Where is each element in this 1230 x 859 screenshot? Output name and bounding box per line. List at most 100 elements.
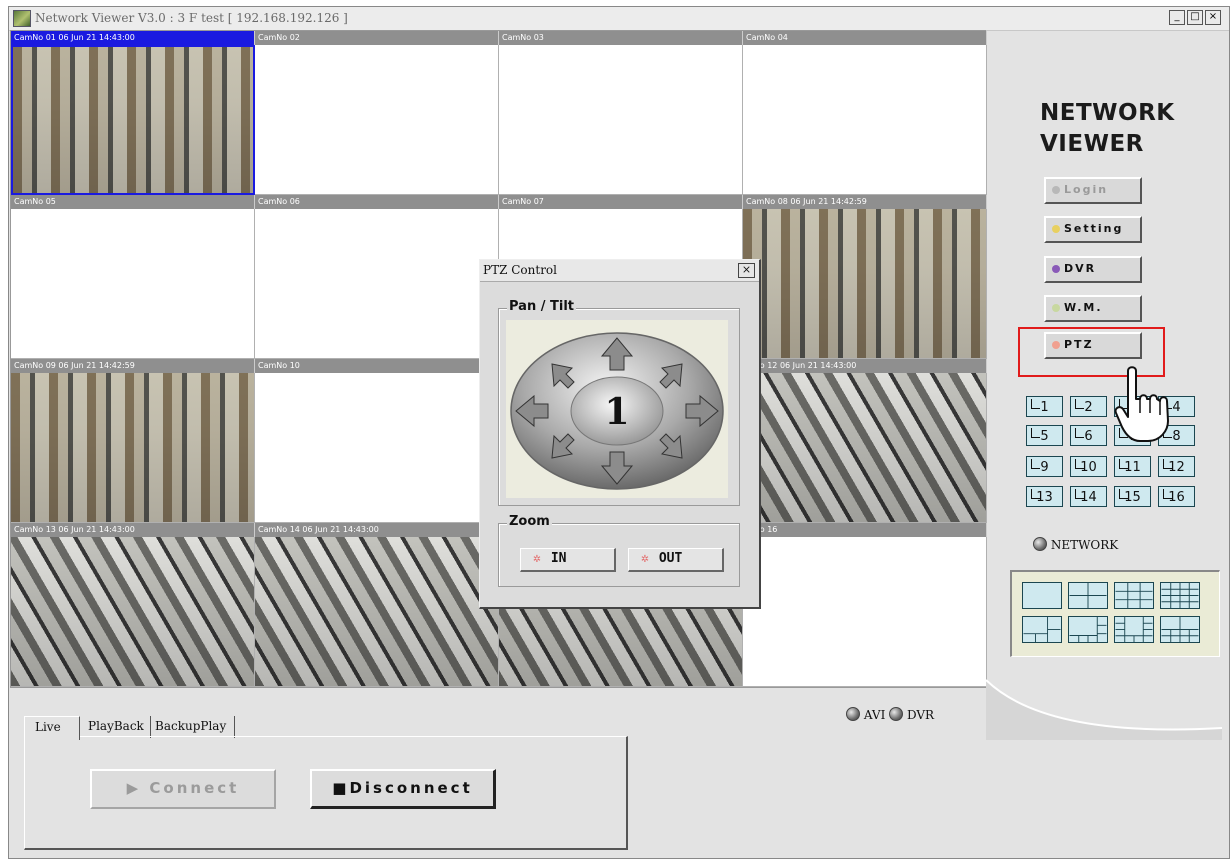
camera-tile-10[interactable]: CamNo 10 [255, 359, 499, 523]
app-logo-line2: VIEWER [1040, 131, 1144, 157]
camera-tile-14[interactable]: CamNo 14 06 Jun 21 14:43:00 [255, 523, 499, 687]
camera-tile-8[interactable]: CamNo 08 06 Jun 21 14:42:59 [743, 195, 987, 359]
channel-button-6[interactable]: 6 [1070, 425, 1107, 446]
zoom-out-label: OUT [658, 551, 683, 566]
stop-icon: ■ [332, 779, 350, 797]
camera-tile-12[interactable]: mNo 12 06 Jun 21 14:43:00 [743, 359, 987, 523]
channel-button-12[interactable]: 12 [1158, 456, 1195, 477]
avi-label: AVI [863, 708, 886, 722]
camera-tile-9[interactable]: CamNo 09 06 Jun 21 14:42:59 [11, 359, 255, 523]
zoom-out-button[interactable]: ✲ OUT [628, 548, 724, 572]
camera-feed-empty [743, 537, 987, 687]
camera-feed-empty [11, 209, 255, 359]
layout-1plus12-button[interactable] [1114, 616, 1154, 643]
camera-label: CamNo 08 06 Jun 21 14:42:59 [743, 195, 987, 209]
setting-label: Setting [1064, 222, 1124, 235]
close-button[interactable]: × [1205, 10, 1221, 25]
camera-tile-5[interactable]: CamNo 05 [11, 195, 255, 359]
layout-4x4-button[interactable] [1160, 582, 1200, 609]
app-logo-line1: NETWORK [1040, 100, 1175, 126]
camera-label: mNo 12 06 Jun 21 14:43:00 [743, 359, 987, 373]
ptz-close-button[interactable]: × [738, 263, 755, 278]
camera-feed [11, 537, 255, 687]
wm-button[interactable]: W.M. [1044, 295, 1142, 322]
minimize-button[interactable]: _ [1169, 10, 1185, 25]
tab-separator [234, 716, 235, 738]
camera-tile-3[interactable]: CamNo 03 [499, 31, 743, 195]
dvr-led-icon [889, 707, 904, 721]
camera-feed-empty [499, 45, 743, 195]
channel-button-9[interactable]: 9 [1026, 456, 1063, 477]
dvr-icon [1052, 265, 1060, 273]
camera-label: CamNo 06 [255, 195, 499, 209]
camera-label: CamNo 09 06 Jun 21 14:42:59 [11, 359, 255, 373]
play-icon: ▶ [126, 779, 150, 797]
camera-label: CamNo 10 [255, 359, 499, 373]
tab-live[interactable]: Live [24, 716, 80, 740]
camera-tile-16[interactable]: mNo 16 [743, 523, 987, 687]
layout-selector [1010, 570, 1220, 657]
disconnect-label: Disconnect [349, 779, 473, 797]
camera-feed-empty [743, 45, 987, 195]
camera-tile-2[interactable]: CamNo 02 [255, 31, 499, 195]
dvr-button[interactable]: DVR [1044, 256, 1142, 283]
tab-playback[interactable]: PlayBack [84, 716, 148, 738]
setting-icon [1052, 225, 1060, 233]
camera-feed [11, 373, 255, 523]
channel-button-13[interactable]: 13 [1026, 486, 1063, 507]
login-icon [1052, 186, 1060, 194]
connect-button[interactable]: ▶ Connect [90, 769, 276, 809]
dvr-status-label: DVR [906, 708, 935, 722]
channel-button-10[interactable]: 10 [1070, 456, 1107, 477]
connect-label: Connect [149, 779, 240, 797]
title-bar: Network Viewer V3.0 : 3 F test [ 192.168… [9, 7, 1229, 31]
ptz-dialog-title-bar: PTZ Control × [480, 260, 759, 282]
avi-led-icon [846, 707, 860, 721]
layout-2plus8-button[interactable] [1160, 616, 1200, 643]
channel-button-2[interactable]: 2 [1070, 396, 1107, 417]
channel-button-16[interactable]: 16 [1158, 486, 1195, 507]
camera-label: CamNo 02 [255, 31, 499, 45]
maximize-button[interactable]: □ [1187, 10, 1203, 25]
disconnect-button[interactable]: ■Disconnect [310, 769, 496, 809]
camera-label: CamNo 07 [499, 195, 743, 209]
window-title: Network Viewer V3.0 : 3 F test [ 192.168… [35, 11, 348, 25]
network-label: NETWORK [1050, 538, 1119, 552]
zoom-out-icon: ✲ [641, 551, 649, 566]
network-led-icon [1033, 537, 1047, 551]
layout-1plus5-button[interactable] [1022, 616, 1062, 643]
camera-label: CamNo 14 06 Jun 21 14:43:00 [255, 523, 499, 537]
wm-icon [1052, 304, 1060, 312]
setting-button[interactable]: Setting [1044, 216, 1142, 243]
camera-tile-6[interactable]: CamNo 06 [255, 195, 499, 359]
camera-feed-empty [255, 373, 499, 523]
camera-label: mNo 16 [743, 523, 987, 537]
camera-tile-1[interactable]: CamNo 01 06 Jun 21 14:43:00 [11, 31, 255, 195]
camera-label: CamNo 13 06 Jun 21 14:43:00 [11, 523, 255, 537]
zoom-label: Zoom [507, 514, 552, 529]
network-status: NETWORK [1033, 537, 1118, 552]
login-label: Login [1064, 183, 1109, 196]
layout-3x3-button[interactable] [1114, 582, 1154, 609]
channel-button-14[interactable]: 14 [1070, 486, 1107, 507]
layout-2x2-button[interactable] [1068, 582, 1108, 609]
camera-label: CamNo 04 [743, 31, 987, 45]
zoom-in-button[interactable]: ✲ IN [520, 548, 616, 572]
wm-label: W.M. [1064, 301, 1103, 314]
channel-button-11[interactable]: 11 [1114, 456, 1151, 477]
camera-tile-4[interactable]: CamNo 04 [743, 31, 987, 195]
camera-label: CamNo 01 06 Jun 21 14:43:00 [11, 31, 255, 45]
camera-tile-13[interactable]: CamNo 13 06 Jun 21 14:43:00 [11, 523, 255, 687]
dvr-label: DVR [1064, 262, 1097, 275]
channel-button-5[interactable]: 5 [1026, 425, 1063, 446]
channel-button-15[interactable]: 15 [1114, 486, 1151, 507]
layout-1x1-button[interactable] [1022, 582, 1062, 609]
camera-feed [255, 537, 499, 687]
ptz-camera-number: 1 [604, 391, 629, 433]
zoom-in-label: IN [550, 551, 567, 566]
camera-label: CamNo 05 [11, 195, 255, 209]
login-button[interactable]: Login [1044, 177, 1142, 204]
layout-1plus7-button[interactable] [1068, 616, 1108, 643]
channel-button-1[interactable]: 1 [1026, 396, 1063, 417]
tab-backup-play[interactable]: BackupPlay [150, 716, 230, 738]
